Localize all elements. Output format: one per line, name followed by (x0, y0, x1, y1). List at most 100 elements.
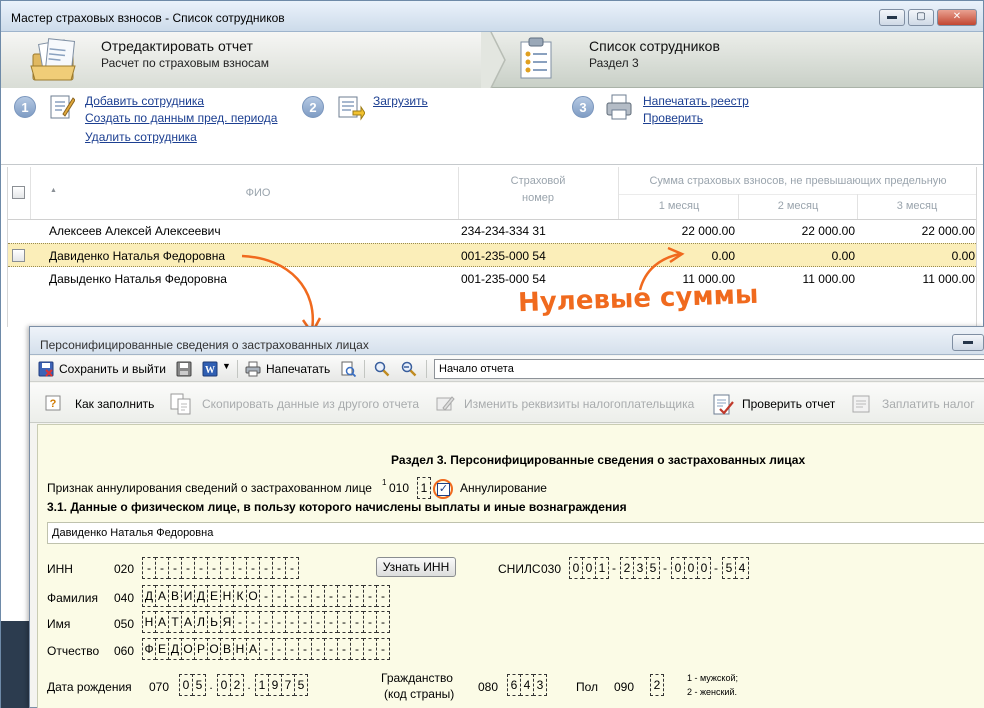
char-cell[interactable]: Д (142, 585, 156, 607)
char-cell[interactable]: - (298, 638, 312, 660)
check-report-button[interactable]: Проверить отчет (742, 397, 835, 411)
patronymic-cells[interactable]: ФЕДОРОВНА---------- (142, 638, 390, 660)
char-cell[interactable]: 2 (620, 557, 634, 579)
char-cell[interactable]: - (337, 585, 351, 607)
char-cell[interactable]: - (324, 585, 338, 607)
char-cell[interactable]: - (259, 638, 273, 660)
char-cell[interactable]: - (246, 611, 260, 633)
change-taxpayer-details-button[interactable]: Изменить реквизиты налогоплательщика (464, 397, 694, 411)
char-cell[interactable]: И (181, 585, 195, 607)
char-cell[interactable]: - (324, 638, 338, 660)
char-cell[interactable]: - (259, 557, 273, 579)
section-nav-select[interactable]: Начало отчета (434, 359, 984, 379)
char-cell[interactable]: - (285, 611, 299, 633)
char-cell[interactable]: - (142, 557, 156, 579)
char-cell[interactable]: Д (194, 585, 208, 607)
char-cell[interactable]: 0 (179, 674, 193, 696)
char-cell[interactable]: - (311, 585, 325, 607)
char-cell[interactable]: 0 (697, 557, 711, 579)
char-cell[interactable]: - (285, 557, 299, 579)
char-cell[interactable]: 1 (595, 557, 609, 579)
person-name-field[interactable]: Давиденко Наталья Федоровна (47, 522, 984, 544)
char-cell[interactable]: - (272, 585, 286, 607)
char-cell[interactable]: В (168, 585, 182, 607)
char-cell[interactable]: - (233, 557, 247, 579)
char-cell[interactable]: 0 (684, 557, 698, 579)
char-cell[interactable]: О (181, 638, 195, 660)
save-icon[interactable] (176, 361, 192, 377)
char-cell[interactable]: Ь (207, 611, 221, 633)
find-inn-button[interactable]: Узнать ИНН (376, 557, 456, 577)
char-cell[interactable]: Н (220, 585, 234, 607)
char-cell[interactable]: Н (142, 611, 156, 633)
char-cell[interactable]: - (155, 557, 169, 579)
char-cell[interactable]: - (285, 585, 299, 607)
char-cell[interactable]: 0 (569, 557, 583, 579)
char-cell[interactable]: - (350, 585, 364, 607)
char-cell[interactable]: А (155, 611, 169, 633)
char-cell[interactable]: - (337, 611, 351, 633)
inn-cells[interactable]: ------------ (142, 557, 299, 579)
char-cell[interactable]: - (168, 557, 182, 579)
char-cell[interactable]: А (181, 611, 195, 633)
char-cell[interactable]: О (207, 638, 221, 660)
char-cell[interactable]: - (350, 638, 364, 660)
copy-from-report-button[interactable]: Скопировать данные из другого отчета (202, 397, 419, 411)
char-cell[interactable]: Т (168, 611, 182, 633)
birth-date-cells[interactable]: 05.02.1975 (179, 674, 308, 696)
char-cell[interactable]: - (363, 638, 377, 660)
char-cell[interactable]: - (259, 585, 273, 607)
char-cell[interactable]: - (298, 585, 312, 607)
char-cell[interactable]: 6 (507, 674, 521, 696)
char-cell[interactable]: - (207, 557, 221, 579)
print-button[interactable]: Напечатать (266, 362, 330, 376)
char-cell[interactable]: 5 (722, 557, 736, 579)
char-cell[interactable]: 7 (281, 674, 295, 696)
first-name-cells[interactable]: НАТАЛЬЯ------------ (142, 611, 390, 633)
char-cell[interactable]: 5 (646, 557, 660, 579)
char-cell[interactable]: 3 (533, 674, 547, 696)
char-cell[interactable]: О (246, 585, 260, 607)
char-cell[interactable]: - (233, 611, 247, 633)
char-cell[interactable]: Р (194, 638, 208, 660)
char-cell[interactable]: - (246, 557, 260, 579)
char-cell[interactable]: - (337, 638, 351, 660)
char-cell[interactable]: 5 (294, 674, 308, 696)
char-cell[interactable]: В (220, 638, 234, 660)
char-cell[interactable]: - (311, 638, 325, 660)
char-cell[interactable]: 9 (268, 674, 282, 696)
char-cell[interactable]: - (181, 557, 195, 579)
char-cell[interactable]: - (259, 611, 273, 633)
char-cell[interactable]: 1 (255, 674, 269, 696)
char-cell[interactable]: - (350, 611, 364, 633)
char-cell[interactable]: - (376, 638, 390, 660)
char-cell[interactable]: - (324, 611, 338, 633)
char-cell[interactable]: Л (194, 611, 208, 633)
char-cell[interactable]: - (220, 557, 234, 579)
save-exit-button[interactable]: Сохранить и выйти (59, 362, 166, 376)
char-cell[interactable]: - (272, 638, 286, 660)
char-cell[interactable]: Я (220, 611, 234, 633)
char-cell[interactable]: Е (207, 585, 221, 607)
char-cell[interactable]: 4 (735, 557, 749, 579)
pay-tax-button[interactable]: Заплатить налог (882, 397, 975, 411)
char-cell[interactable]: - (272, 611, 286, 633)
char-cell[interactable]: 0 (217, 674, 231, 696)
char-cell[interactable]: - (272, 557, 286, 579)
char-cell[interactable]: Н (233, 638, 247, 660)
char-cell[interactable]: 5 (192, 674, 206, 696)
dialog-minimize-button[interactable]: ▬ (952, 334, 984, 351)
char-cell[interactable]: А (246, 638, 260, 660)
char-cell[interactable]: 3 (633, 557, 647, 579)
word-dropdown-arrow-icon[interactable]: ▼ (222, 361, 231, 371)
find-icon[interactable] (374, 361, 390, 377)
char-cell[interactable]: А (155, 585, 169, 607)
cancel-checkbox[interactable]: ✓ (437, 483, 450, 496)
char-cell[interactable]: К (233, 585, 247, 607)
char-cell[interactable]: 0 (671, 557, 685, 579)
citizenship-cells[interactable]: 643 (507, 674, 547, 696)
char-cell[interactable]: Д (168, 638, 182, 660)
char-cell[interactable]: 4 (520, 674, 534, 696)
snils-cells[interactable]: 001-235-000-54 (569, 557, 749, 579)
char-cell[interactable]: - (363, 611, 377, 633)
